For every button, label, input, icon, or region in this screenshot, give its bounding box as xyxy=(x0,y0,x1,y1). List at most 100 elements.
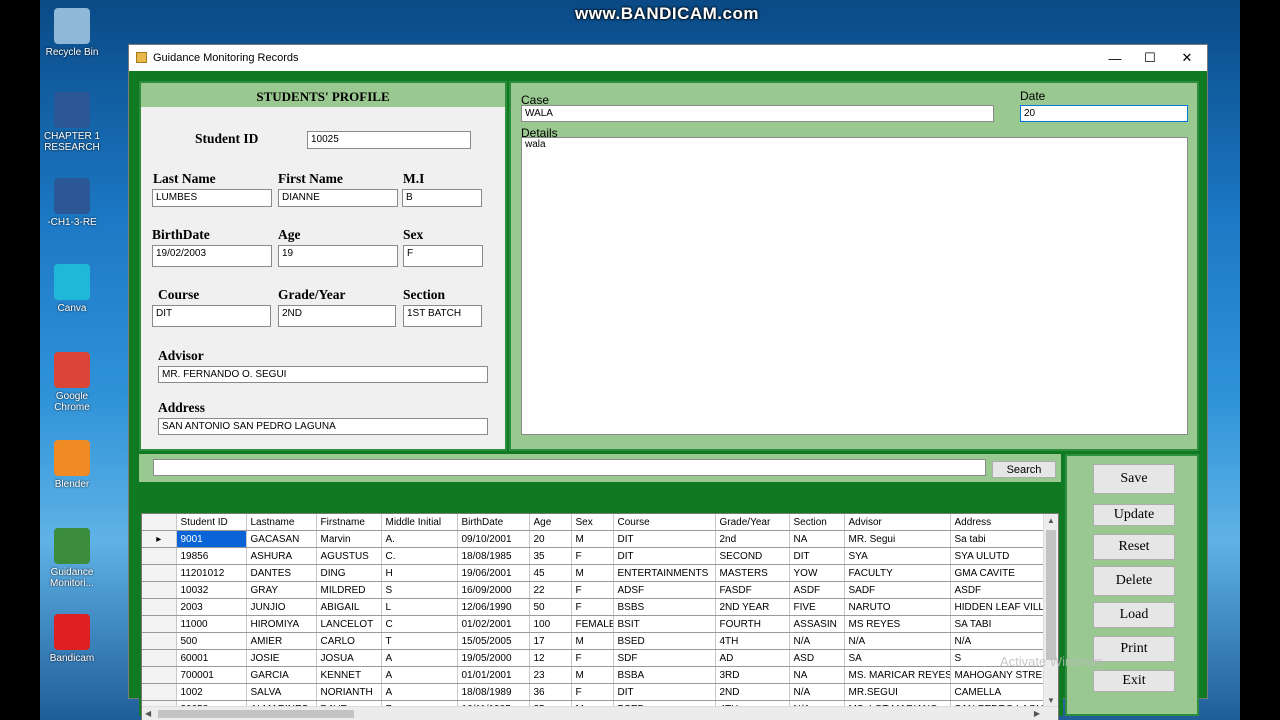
table-cell[interactable]: FEMALE xyxy=(571,615,614,633)
table-cell[interactable]: DIT xyxy=(613,530,716,548)
table-cell[interactable]: 09/10/2001 xyxy=(457,530,530,548)
table-cell[interactable]: BSBS xyxy=(613,598,716,616)
table-cell[interactable]: F xyxy=(571,683,614,701)
table-cell[interactable]: AMIER xyxy=(246,632,317,650)
table-cell[interactable]: 36 xyxy=(529,683,572,701)
table-cell[interactable]: SALVA xyxy=(246,683,317,701)
table-cell[interactable]: BSIT xyxy=(613,615,716,633)
table-cell[interactable]: AGUSTUS xyxy=(316,547,382,565)
case-field[interactable]: WALA xyxy=(521,105,994,122)
table-cell[interactable]: N/A xyxy=(844,632,951,650)
table-cell[interactable]: M xyxy=(571,564,614,582)
grade-field[interactable]: 2ND xyxy=(278,305,396,327)
table-cell[interactable]: 01/01/2001 xyxy=(457,666,530,684)
table-cell[interactable]: 16/09/2000 xyxy=(457,581,530,599)
address-field[interactable]: SAN ANTONIO SAN PEDRO LAGUNA xyxy=(158,418,488,435)
table-cell[interactable]: GRAY xyxy=(246,581,317,599)
row-header[interactable] xyxy=(142,615,177,633)
table-cell[interactable]: 3RD xyxy=(715,666,790,684)
table-cell[interactable]: 12/06/1990 xyxy=(457,598,530,616)
table-cell[interactable]: 1002 xyxy=(176,683,247,701)
table-cell[interactable]: A xyxy=(381,666,458,684)
table-cell[interactable]: 10032 xyxy=(176,581,247,599)
course-field[interactable]: DIT xyxy=(152,305,271,327)
table-cell[interactable]: 35 xyxy=(529,547,572,565)
table-cell[interactable]: 45 xyxy=(529,564,572,582)
table-row[interactable]: 11000 HIROMIYA LANCELOT C 01/02/2001 100 FEMAL… xyxy=(142,615,1058,633)
row-header[interactable] xyxy=(142,632,177,650)
scroll-down-icon[interactable]: ▼ xyxy=(1047,696,1055,705)
table-cell[interactable]: JOSIE xyxy=(246,649,317,667)
table-cell[interactable]: MS REYES xyxy=(844,615,951,633)
table-cell[interactable]: KENNET xyxy=(316,666,382,684)
column-header[interactable]: Age xyxy=(529,514,572,531)
table-row[interactable]: 10032 GRAY MILDRED S 16/09/2000 22 F ADSF FASDF A… xyxy=(142,581,1058,599)
scroll-right-icon[interactable]: ▶ xyxy=(1034,709,1040,718)
table-row[interactable]: ▸ 9001 GACASAN Marvin A. 09/10/2001 20 M DIT 2nd N… xyxy=(142,530,1058,548)
table-cell[interactable]: 20 xyxy=(529,530,572,548)
table-cell[interactable]: 2003 xyxy=(176,598,247,616)
table-cell[interactable]: 500 xyxy=(176,632,247,650)
table-row[interactable]: 700001 GARCIA KENNET A 01/01/2001 23 M BSBA 3RD N… xyxy=(142,666,1058,684)
table-cell[interactable]: 19/06/2001 xyxy=(457,564,530,582)
table-cell[interactable]: DING xyxy=(316,564,382,582)
table-cell[interactable]: F xyxy=(571,598,614,616)
table-cell[interactable]: F xyxy=(571,547,614,565)
table-cell[interactable]: Marvin xyxy=(316,530,382,548)
table-row[interactable]: 11201012 DANTES DING H 19/06/2001 45 M ENTERTAI… xyxy=(142,564,1058,582)
first-name-field[interactable]: DIANNE xyxy=(278,189,398,207)
column-header[interactable]: Section xyxy=(789,514,845,531)
table-cell[interactable]: NA xyxy=(789,666,845,684)
date-field[interactable]: 20 xyxy=(1020,105,1188,122)
table-row[interactable]: 1002 SALVA NORIANTH A 18/08/1989 36 F DIT 2ND N/A… xyxy=(142,683,1058,701)
table-cell[interactable]: A xyxy=(381,649,458,667)
table-cell[interactable]: FASDF xyxy=(715,581,790,599)
table-cell[interactable]: T xyxy=(381,632,458,650)
table-cell[interactable]: 11201012 xyxy=(176,564,247,582)
print-button[interactable]: Print xyxy=(1093,636,1175,662)
table-cell[interactable]: BSED xyxy=(613,632,716,650)
table-cell[interactable]: A xyxy=(381,683,458,701)
table-cell[interactable]: LANCELOT xyxy=(316,615,382,633)
reset-button[interactable]: Reset xyxy=(1093,534,1175,560)
table-cell[interactable]: 2ND YEAR xyxy=(715,598,790,616)
age-field[interactable]: 19 xyxy=(278,245,398,267)
desktop-shortcut[interactable]: -CH1-3-RE xyxy=(42,178,102,228)
table-cell[interactable]: YOW xyxy=(789,564,845,582)
details-textarea[interactable]: wala xyxy=(521,137,1188,435)
table-cell[interactable]: N/A xyxy=(789,683,845,701)
scroll-up-icon[interactable]: ▲ xyxy=(1047,516,1055,525)
table-cell[interactable]: FOURTH xyxy=(715,615,790,633)
table-cell[interactable]: 2nd xyxy=(715,530,790,548)
section-field[interactable]: 1ST BATCH xyxy=(403,305,482,327)
save-button[interactable]: Save xyxy=(1093,464,1175,494)
table-cell[interactable]: C. xyxy=(381,547,458,565)
table-cell[interactable]: ASSASIN xyxy=(789,615,845,633)
table-cell[interactable]: S xyxy=(381,581,458,599)
table-cell[interactable]: 60001 xyxy=(176,649,247,667)
table-cell[interactable]: SECOND xyxy=(715,547,790,565)
table-cell[interactable]: AD xyxy=(715,649,790,667)
table-cell[interactable]: 50 xyxy=(529,598,572,616)
table-cell[interactable]: MASTERS xyxy=(715,564,790,582)
table-cell[interactable]: NORIANTH xyxy=(316,683,382,701)
desktop-shortcut[interactable]: Recycle Bin xyxy=(42,8,102,58)
mi-field[interactable]: B xyxy=(402,189,482,207)
exit-button[interactable]: Exit xyxy=(1093,670,1175,692)
current-row-icon[interactable]: ▸ xyxy=(142,530,177,548)
table-cell[interactable]: M xyxy=(571,530,614,548)
row-header[interactable] xyxy=(142,547,177,565)
table-cell[interactable]: HIROMIYA xyxy=(246,615,317,633)
desktop-shortcut[interactable]: Canva xyxy=(42,264,102,314)
row-header[interactable] xyxy=(142,581,177,599)
update-button[interactable]: Update xyxy=(1093,504,1175,526)
table-row[interactable]: 19856 ASHURA AGUSTUS C. 18/08/1985 35 F DIT SECO… xyxy=(142,547,1058,565)
table-cell[interactable]: NA xyxy=(789,530,845,548)
load-button[interactable]: Load xyxy=(1093,602,1175,628)
table-cell[interactable]: 2ND xyxy=(715,683,790,701)
table-cell[interactable]: DIT xyxy=(613,683,716,701)
table-cell[interactable]: ABIGAIL xyxy=(316,598,382,616)
table-cell[interactable]: DIT xyxy=(613,547,716,565)
row-header[interactable] xyxy=(142,564,177,582)
column-header[interactable]: Advisor xyxy=(844,514,951,531)
